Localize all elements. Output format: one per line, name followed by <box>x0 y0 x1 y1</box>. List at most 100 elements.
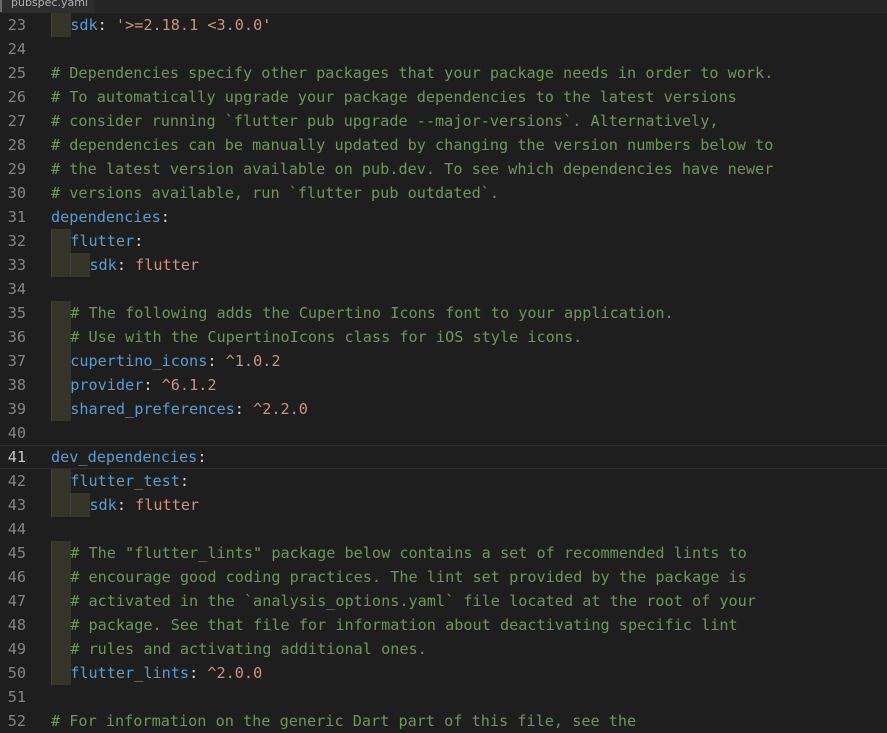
key-token: flutter_lints <box>70 664 190 682</box>
code-line[interactable]: 44 <box>0 517 887 541</box>
code-line[interactable]: 29 # the latest version available on pub.… <box>0 157 887 181</box>
code-line[interactable]: 46 # encourage good coding practices. The… <box>0 565 887 589</box>
punctuation-token: : <box>189 664 208 682</box>
code-line[interactable]: 27 # consider running `flutter pub upgrad… <box>0 109 887 133</box>
punctuation-token: : <box>234 400 254 418</box>
line-content: # Dependencies specify other packages th… <box>51 61 773 85</box>
tab-pubspec-yaml[interactable]: pubspec.yaml <box>0 0 94 12</box>
line-content: # package. See that file for information… <box>70 613 738 637</box>
punctuation-token: : <box>197 448 207 466</box>
line-content: dependencies: <box>51 205 170 229</box>
code-line[interactable]: 35 # The following adds the Cupertino Ico… <box>0 301 887 325</box>
code-line[interactable]: 43 sdk: flutter <box>0 493 887 517</box>
indent-whitespace <box>52 469 71 493</box>
code-line[interactable]: 49 # rules and activating additional ones… <box>0 637 887 661</box>
line-number: 35 <box>7 304 26 322</box>
line-content: # versions available, run `flutter pub o… <box>51 181 499 205</box>
code-line[interactable]: 40 <box>0 421 887 445</box>
code-line[interactable]: 39 shared_preferences: ^2.2.0 <box>0 397 887 421</box>
code-line[interactable]: 28 # dependencies can be manually updated… <box>0 133 887 157</box>
value-token: ^2.0.0 <box>207 664 263 682</box>
code-line[interactable]: 42 flutter_test: <box>0 469 887 493</box>
punctuation-token: : <box>207 352 226 370</box>
indent-whitespace <box>52 637 71 661</box>
comment-token: # versions available, run `flutter pub o… <box>51 184 500 202</box>
value-token: flutter <box>135 496 200 514</box>
code-line[interactable]: 31 dependencies: <box>0 205 887 229</box>
comment-token: # the latest version available on pub.de… <box>51 160 774 178</box>
line-number: 29 <box>7 160 26 178</box>
indent-whitespace <box>71 253 90 277</box>
line-content: shared_preferences: ^2.2.0 <box>70 397 308 421</box>
line-number: 47 <box>7 592 26 610</box>
code-line[interactable]: 26 # To automatically upgrade your packag… <box>0 85 887 109</box>
code-line[interactable]: 33 sdk: flutter <box>0 253 887 277</box>
line-number: 44 <box>7 520 26 538</box>
code-line[interactable]: 30 # versions available, run `flutter pub… <box>0 181 887 205</box>
line-number: 26 <box>7 88 26 106</box>
line-number: 24 <box>7 40 26 58</box>
line-content: # To automatically upgrade your package … <box>51 85 737 109</box>
line-number: 31 <box>7 208 26 226</box>
indent-whitespace <box>52 397 71 421</box>
value-token: flutter <box>135 256 200 274</box>
code-line[interactable]: 37 cupertino_icons: ^1.0.2 <box>0 349 887 373</box>
line-number: 51 <box>7 688 26 706</box>
line-number: 34 <box>7 280 26 298</box>
line-content: # The following adds the Cupertino Icons… <box>70 301 673 325</box>
line-number: 41 <box>7 448 26 466</box>
indent-whitespace <box>52 493 71 517</box>
key-token: provider <box>70 376 144 394</box>
code-editor[interactable]: 23 sdk: '>=2.18.1 <3.0.0' 24 25 # Dependenci… <box>0 13 887 733</box>
line-content: dev_dependencies: <box>51 445 206 469</box>
line-content: # The "flutter_lints" package below cont… <box>70 541 747 565</box>
comment-token: # consider running `flutter pub upgrade … <box>51 112 719 130</box>
code-line[interactable]: 36 # Use with the CupertinoIcons class fo… <box>0 325 887 349</box>
code-line[interactable]: 51 <box>0 685 887 709</box>
line-content: sdk: flutter <box>89 493 199 517</box>
line-content: flutter_lints: ^2.0.0 <box>70 661 262 685</box>
code-line[interactable]: 32 flutter: <box>0 229 887 253</box>
line-content: sdk: '>=2.18.1 <3.0.0' <box>70 13 271 37</box>
indent-whitespace <box>52 613 71 637</box>
line-content: # activated in the `analysis_options.yam… <box>70 589 756 613</box>
code-line[interactable]: 50 flutter_lints: ^2.0.0 <box>0 661 887 685</box>
line-number: 30 <box>7 184 26 202</box>
line-number: 36 <box>7 328 26 346</box>
key-token: dev_dependencies <box>51 448 198 466</box>
line-content: provider: ^6.1.2 <box>70 373 216 397</box>
punctuation-token: : <box>116 496 136 514</box>
line-number: 43 <box>7 496 26 514</box>
tab-bar: pubspec.yaml <box>0 0 887 13</box>
line-content: # dependencies can be manually updated b… <box>51 133 773 157</box>
comment-token: # The "flutter_lints" package below cont… <box>70 544 747 562</box>
code-line[interactable]: 45 # The "flutter_lints" package below co… <box>0 541 887 565</box>
indent-whitespace <box>52 661 71 685</box>
punctuation-token: : <box>179 472 190 490</box>
value-token: ^6.1.2 <box>161 376 217 394</box>
indent-whitespace <box>52 349 71 373</box>
indent-whitespace <box>71 493 90 517</box>
indent-whitespace <box>52 301 71 325</box>
punctuation-token: : <box>160 208 170 226</box>
code-line[interactable]: 52 # For information on the generic Dart … <box>0 709 887 733</box>
line-content: sdk: flutter <box>89 253 199 277</box>
code-line[interactable]: 23 sdk: '>=2.18.1 <3.0.0' <box>0 13 887 37</box>
indent-whitespace <box>52 229 71 253</box>
indent-whitespace <box>52 589 71 613</box>
code-line[interactable]: 41 dev_dependencies: <box>0 445 887 469</box>
line-number: 28 <box>7 136 26 154</box>
code-line[interactable]: 24 <box>0 37 887 61</box>
code-line[interactable]: 25 # Dependencies specify other packages … <box>0 61 887 85</box>
line-content: cupertino_icons: ^1.0.2 <box>70 349 280 373</box>
indent-whitespace <box>52 253 71 277</box>
line-number: 25 <box>7 64 26 82</box>
value-token: ^1.0.2 <box>225 352 281 370</box>
punctuation-token: : <box>134 232 144 250</box>
code-line[interactable]: 38 provider: ^6.1.2 <box>0 373 887 397</box>
code-line[interactable]: 47 # activated in the `analysis_options.y… <box>0 589 887 613</box>
key-token: sdk <box>70 16 98 34</box>
comment-token: # To automatically upgrade your package … <box>51 88 737 106</box>
code-line[interactable]: 34 <box>0 277 887 301</box>
code-line[interactable]: 48 # package. See that file for informati… <box>0 613 887 637</box>
